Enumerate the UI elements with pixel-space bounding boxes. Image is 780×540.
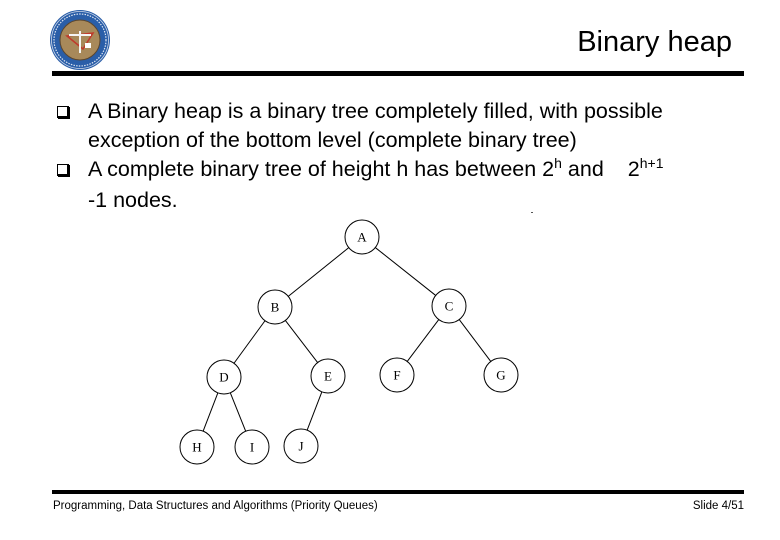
footer-course-title: Programming, Data Structures and Algorit… [53,500,378,512]
tree-node-circle [431,288,467,324]
bullet-item: A Binary heap is a binary tree completel… [56,97,776,155]
tree-node-F: F [379,357,415,393]
tree-edge-B-E [284,320,319,363]
checkbox-bullet-icon [57,164,69,176]
superscript: h+1 [639,155,664,171]
tree-node-circle [206,359,242,395]
tree-node-circle [379,357,415,393]
tree-node-circle [283,428,319,464]
tree-node-label: I [250,440,254,455]
tree-edge-B-D [233,320,266,364]
tree-node-E: E [310,358,346,394]
tree-node-I: I [234,429,270,465]
bullet-list: A Binary heap is a binary tree completel… [56,97,776,215]
tree-edge-A-C [375,247,436,296]
tree-edge-D-I [229,392,247,432]
footer-slide-number: Slide 4/51 [692,500,744,512]
tree-edges [202,247,492,432]
bullet-text-line: A Binary heap is a binary tree completel… [88,99,663,123]
tree-edge-C-F [406,319,440,362]
tree-node-circle [179,429,215,465]
tree-node-circle [234,429,270,465]
tree-node-label: F [393,368,400,383]
tree-node-label: A [357,230,367,245]
tree-node-A: A [344,219,380,255]
tree-node-circle [483,357,519,393]
bullet-item: A complete binary tree of height h has b… [56,155,776,215]
superscript: h [554,155,562,171]
tree-node-label: D [219,370,228,385]
tree-node-H: H [179,429,215,465]
tree-node-circle [257,289,293,325]
tree-edge-A-B [287,247,350,297]
tree-node-circle [344,219,380,255]
tree-node-label: G [496,368,505,383]
tree-node-label: B [271,300,280,315]
binary-tree-diagram: A B C D E F G H I J [179,219,519,465]
tree-node-label: H [192,440,201,455]
footer-divider [52,490,744,494]
image-artifact [531,212,533,213]
bullet-text-line: exception of the bottom level (complete … [88,128,577,152]
tree-node-J: J [283,428,319,464]
tree-node-G: G [483,357,519,393]
tree-node-C: C [431,288,467,324]
tree-node-circle [310,358,346,394]
tree-node-label: J [298,439,303,454]
tree-node-label: C [445,299,454,314]
slide-title: Binary heap [577,26,732,58]
checkbox-bullet-icon [57,106,69,118]
tree-edge-D-H [202,392,219,432]
bullet-text: A complete binary tree of height h has b… [88,157,555,181]
tree-edge-E-J [306,391,323,431]
title-divider [52,71,744,76]
bullet-text: 2 [627,157,640,181]
university-seal-logo [50,10,110,70]
bullet-text: and [561,157,604,181]
tree-nodes: A B C D E F G H I J [179,219,519,465]
tree-node-label: E [324,369,332,384]
bullet-text-line: A complete binary tree of height h has b… [88,155,776,186]
bullet-text-line: -1 nodes. [88,188,178,212]
tree-node-B: B [257,289,293,325]
tree-node-D: D [206,359,242,395]
tree-edge-C-G [458,319,492,362]
